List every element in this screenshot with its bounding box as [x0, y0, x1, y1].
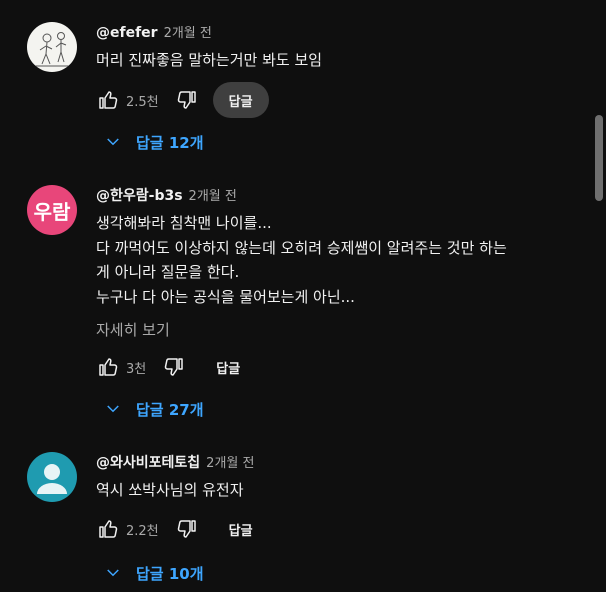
comment-author[interactable]: @와사비포테토칩 — [96, 452, 200, 472]
thumbs-down-icon — [164, 358, 183, 376]
dislike-button[interactable] — [171, 84, 203, 116]
avatar[interactable] — [27, 22, 77, 72]
comment-time[interactable]: 2개월 전 — [189, 185, 237, 204]
scrollbar-track[interactable] — [590, 0, 606, 592]
thumbs-down-icon — [177, 520, 196, 538]
scrollbar-thumb[interactable] — [595, 115, 603, 201]
reply-button[interactable]: 답글 — [213, 511, 269, 547]
reply-button[interactable]: 답글 — [212, 82, 269, 118]
chevron-down-icon — [107, 405, 119, 413]
avatar[interactable]: 우람 — [27, 185, 77, 235]
sketch-avatar-image — [35, 32, 69, 67]
dislike-button[interactable] — [158, 351, 190, 383]
like-count: 2.5천 — [126, 94, 159, 110]
chevron-down-icon — [107, 138, 119, 146]
replies-label: 답글 27개 — [136, 400, 204, 419]
replies-label: 답글 12개 — [136, 133, 204, 152]
thumbs-up-icon — [99, 520, 118, 538]
like-count: 3천 — [126, 361, 147, 377]
view-replies-button[interactable]: 답글 27개 — [96, 391, 212, 427]
view-replies-button[interactable]: 답글 12개 — [96, 124, 212, 160]
reply-button[interactable]: 답글 — [200, 349, 256, 385]
comment-time[interactable]: 2개월 전 — [206, 452, 254, 471]
thumbs-down-icon — [177, 91, 196, 109]
comment-text: 생각해봐라 침착맨 나이를... 다 까먹어도 이상하지 않는데 오히려 승제쌤… — [96, 214, 507, 306]
default-user-icon — [37, 464, 67, 494]
like-button[interactable] — [92, 84, 124, 116]
thumbs-up-icon — [99, 358, 118, 376]
avatar[interactable] — [27, 452, 77, 502]
like-button[interactable] — [92, 351, 124, 383]
comment-text: 역시 쏘박사님의 유전자 — [96, 481, 244, 499]
comment-author[interactable]: @efefer — [96, 25, 158, 41]
like-count: 2.2천 — [126, 523, 159, 539]
view-replies-button[interactable]: 답글 10개 — [96, 555, 212, 591]
comment-author[interactable]: @한우람-b3s — [96, 185, 183, 205]
chevron-down-icon — [107, 569, 119, 577]
replies-label: 답글 10개 — [136, 564, 204, 583]
thumbs-up-icon — [99, 91, 118, 109]
comment-text: 머리 진짜좋음 말하는거만 봐도 보임 — [96, 51, 323, 69]
like-button[interactable] — [92, 513, 124, 545]
dislike-button[interactable] — [171, 513, 203, 545]
read-more-link[interactable]: 자세히 보기 — [96, 319, 590, 340]
comment-time[interactable]: 2개월 전 — [164, 22, 212, 41]
avatar-text: 우람 — [33, 199, 71, 224]
